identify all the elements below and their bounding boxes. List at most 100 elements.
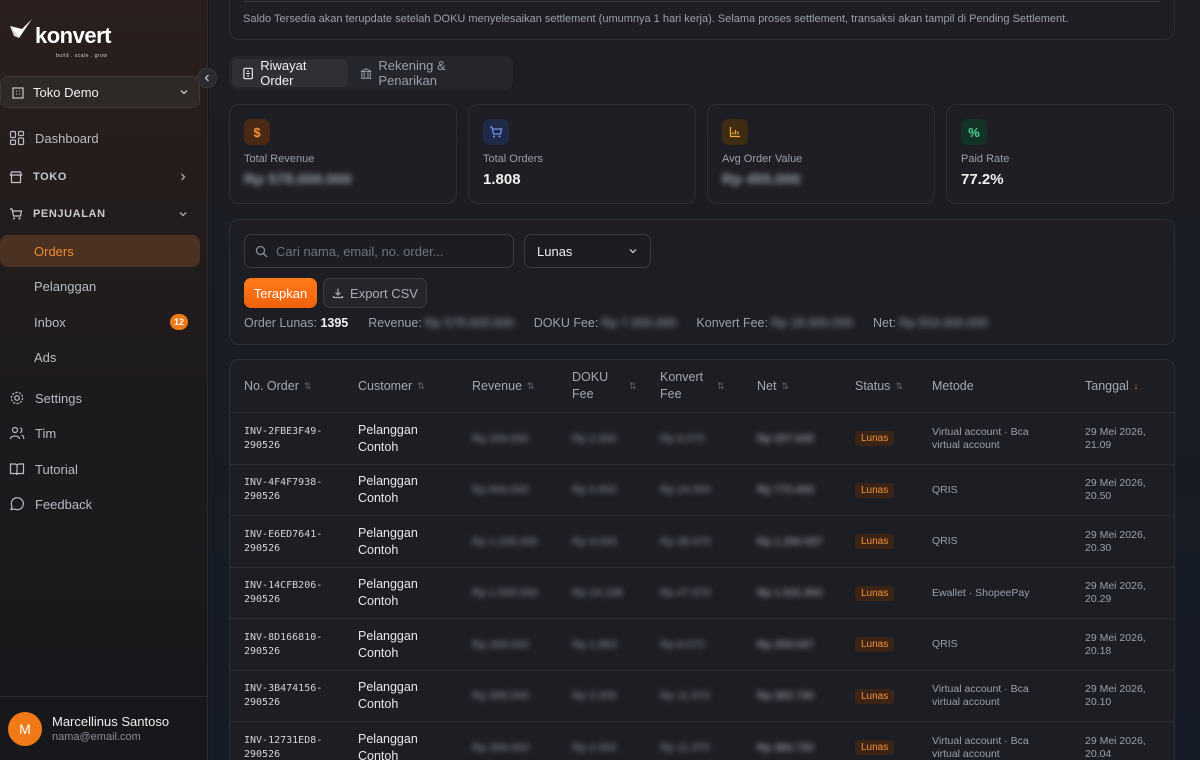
status-badge: Lunas <box>855 534 895 549</box>
order-number: INV-E6ED7641- 290526 <box>244 528 323 554</box>
tab-riwayat-order[interactable]: Riwayat Order <box>232 58 349 88</box>
table-cell: Rp 1.250.937 <box>757 516 847 567</box>
table-cell: Lunas <box>855 413 925 464</box>
table-cell: Ewallet · ShopeePay <box>932 568 1077 619</box>
net-value: Rp 257.630 <box>757 432 814 445</box>
stat-card-total-revenue: $ Total Revenue Rp 578.000.000 <box>229 104 457 204</box>
chat-bubble-icon <box>10 497 24 511</box>
table-row[interactable]: INV-3B474156- 290526 Pelanggan Contoh Rp 399… <box>230 669 1174 722</box>
revenue-value: Rp 1.599.000 <box>472 587 539 599</box>
konvert-logo-icon <box>10 19 32 38</box>
store-selector[interactable]: Toko Demo <box>0 76 200 108</box>
store-name: Toko Demo <box>33 84 99 100</box>
table-cell: INV-8D166810- 290526 <box>244 619 349 670</box>
sidebar-item-orders[interactable]: Orders <box>0 235 200 267</box>
table-cell: Pelanggan Contoh <box>358 722 463 760</box>
sidebar-collapse-button[interactable] <box>197 68 217 88</box>
brand-tagline: build . scale . grow <box>56 53 108 59</box>
export-label: Export CSV <box>350 285 418 301</box>
column-header-net[interactable]: Net ⇅ <box>757 360 847 412</box>
sidebar-item-dashboard[interactable]: Dashboard <box>0 122 200 154</box>
column-header-label: Revenue <box>472 379 523 393</box>
sidebar-item-pelanggan[interactable]: Pelanggan <box>0 270 200 302</box>
doku-fee-value: Rp 1.883 <box>572 638 617 651</box>
status-filter-value: Lunas <box>537 243 573 259</box>
brand-name: konvert <box>35 23 111 48</box>
apply-button[interactable]: Terapkan <box>244 278 317 308</box>
table-cell: Rp 269.000 <box>472 413 567 464</box>
stat-card-total-orders: Total Orders 1.808 <box>468 104 696 204</box>
bank-icon <box>360 67 372 79</box>
table-cell: Pelanggan Contoh <box>358 568 463 619</box>
sidebar-item-label: Tim <box>35 425 57 441</box>
sort-icon: ⇅ <box>629 380 637 391</box>
status-filter-select[interactable]: Lunas <box>524 234 651 268</box>
table-cell: Rp 257.630 <box>757 413 847 464</box>
tab-label: Riwayat Order <box>260 58 307 88</box>
filter-panel: Lunas Terapkan Export CSV Order Lunas: 1… <box>229 219 1175 345</box>
table-cell: Lunas <box>855 722 925 760</box>
table-row[interactable]: INV-2FBE3F49- 290526 Pelanggan Contoh Rp 269… <box>230 412 1174 464</box>
column-header-tanggal[interactable]: Tanggal ↓ <box>1085 360 1170 412</box>
payment-method: Ewallet · ShopeePay <box>932 586 1030 599</box>
sort-icon: ⇅ <box>895 380 903 391</box>
konvert-fee-value: Rp 24.000 <box>660 484 711 496</box>
sidebar-item-tim[interactable]: Tim <box>0 417 200 449</box>
tab-rekening-penarikan[interactable]: Rekening & Penarikan <box>350 58 510 88</box>
stat-value: Rp 455.000 <box>722 171 801 188</box>
table-cell: Rp 259.047 <box>757 619 847 670</box>
main-content: Saldo Tersedia akan terupdate setelah DO… <box>209 0 1200 760</box>
table-cell: Rp 3.300 <box>572 671 652 722</box>
table-cell: 29 Mei 2026, 20.50 <box>1085 465 1170 516</box>
table-cell: INV-2FBE3F49- 290526 <box>244 413 349 464</box>
column-header-status[interactable]: Status ⇅ <box>855 360 925 412</box>
column-header-konvert-fee[interactable]: Konvert Fee ⇅ <box>660 360 750 412</box>
payment-method: QRIS <box>932 535 958 547</box>
customer-name: Pelanggan Contoh <box>358 628 418 660</box>
percent-icon: % <box>961 119 987 145</box>
table-row[interactable]: INV-12731ED8- 290526 Pelanggan Contoh Rp 399… <box>230 721 1174 760</box>
download-icon <box>332 288 344 299</box>
table-cell: QRIS <box>932 516 1077 567</box>
table-row[interactable]: INV-8D166810- 290526 Pelanggan Contoh Rp 269… <box>230 618 1174 670</box>
net-value: Rp 770.400 <box>757 484 814 496</box>
column-header-customer[interactable]: Customer ⇅ <box>358 360 463 412</box>
table-cell: Pelanggan Contoh <box>358 465 463 516</box>
column-header-no-order[interactable]: No. Order ⇅ <box>244 360 349 412</box>
table-row[interactable]: INV-4F4F7938- 290526 Pelanggan Contoh Rp 800… <box>230 463 1174 516</box>
table-row[interactable]: INV-14CFB206- 290526 Pelanggan Contoh Rp 1.5… <box>230 566 1174 619</box>
table-row[interactable]: INV-E6ED7641- 290526 Pelanggan Contoh Rp 1.2… <box>230 515 1174 567</box>
column-header-doku-fee[interactable]: DOKU Fee ⇅ <box>572 360 652 412</box>
column-header-label: Metode <box>932 379 974 393</box>
order-date: 29 Mei 2026, 20.50 <box>1085 477 1146 502</box>
export-csv-button[interactable]: Export CSV <box>323 278 427 308</box>
bar-chart-icon <box>722 119 748 145</box>
search-box[interactable] <box>244 234 514 268</box>
konvert-fee-value: Rp 8.070 <box>660 432 705 445</box>
order-date: 29 Mei 2026, 20.18 <box>1085 631 1146 657</box>
sidebar-item-settings[interactable]: Settings <box>0 382 200 414</box>
payment-method: Virtual account · Bca virtual account <box>932 734 1029 760</box>
sidebar-section-penjualan[interactable]: PENJUALAN <box>0 198 200 230</box>
table-cell: Rp 1.531.842 <box>757 568 847 619</box>
column-header-revenue[interactable]: Revenue ⇅ <box>472 360 567 412</box>
net-value: Rp 383.730 <box>757 690 814 702</box>
table-cell: Rp 383.730 <box>757 722 847 760</box>
konvert-fee-value: Rp 8.070 <box>660 638 705 651</box>
customer-name: Pelanggan Contoh <box>358 731 418 760</box>
sidebar-item-label: Tutorial <box>35 461 78 477</box>
search-input[interactable] <box>276 243 506 259</box>
table-cell: INV-4F4F7938- 290526 <box>244 465 349 516</box>
column-header-metode[interactable]: Metode <box>932 360 1077 412</box>
user-profile[interactable]: M Marcellinus Santoso nama@email.com <box>0 696 208 760</box>
sidebar-item-inbox[interactable]: Inbox 12 <box>0 306 200 338</box>
sidebar-section-toko[interactable]: TOKO <box>0 161 200 193</box>
brand-logo[interactable]: konvert build . scale . grow <box>8 16 111 59</box>
sidebar-item-ads[interactable]: Ads <box>0 341 200 373</box>
konvert-fee-value: Rp 47.970 <box>660 587 711 599</box>
status-badge: Lunas <box>855 637 895 652</box>
sidebar-item-feedback[interactable]: Feedback <box>0 488 200 520</box>
sidebar-item-tutorial[interactable]: Tutorial <box>0 453 200 485</box>
table-cell: Lunas <box>855 465 925 516</box>
sidebar-section-label: PENJUALAN <box>33 208 106 220</box>
